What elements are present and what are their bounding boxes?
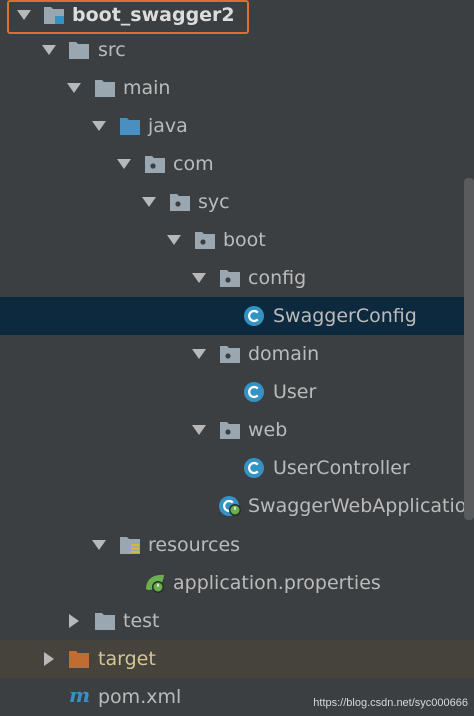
expand-arrow-icon[interactable] [116,156,132,172]
tree-label: application.properties [173,572,381,594]
tree-row-boot[interactable]: boot [0,221,474,259]
tree-label: SwaggerWebApplication [248,495,474,517]
expand-arrow-icon[interactable] [91,537,107,553]
tree-row-test[interactable]: test [0,602,474,640]
excluded-folder-icon [67,648,91,670]
tree-row-resources[interactable]: resources [0,526,474,564]
tree-row-syc[interactable]: syc [0,183,474,221]
package-icon [218,343,242,365]
folder-icon [93,610,117,632]
class-icon [243,381,267,403]
class-icon [243,457,267,479]
tree-label: test [123,610,160,632]
folder-icon [93,77,117,99]
expand-arrow-icon[interactable] [41,42,57,58]
tree-label: boot [223,229,266,251]
tree-label: com [173,153,214,175]
tree-row-src[interactable]: src [0,31,474,69]
tree-label: src [98,39,126,61]
tree-row-swaggerwebapplication[interactable]: SwaggerWebApplication [0,487,474,525]
expand-arrow-icon[interactable] [191,422,207,438]
tree-label: domain [248,343,320,365]
maven-icon: m [67,684,91,706]
expand-arrow-icon[interactable] [191,270,207,286]
expand-arrow-icon[interactable] [191,346,207,362]
tree-row-domain[interactable]: domain [0,335,474,373]
tree-label: SwaggerConfig [273,305,417,327]
tree-row-main[interactable]: main [0,69,474,107]
tree-label: UserController [273,457,410,479]
package-icon [143,153,167,175]
package-icon [168,191,192,213]
tree-row-target[interactable]: target [0,640,474,678]
tree-label: pom.xml [98,686,182,708]
collapse-arrow-icon[interactable] [41,651,57,667]
tree-label: java [148,115,188,137]
svg-text:m: m [69,684,90,706]
watermark: https://blog.csdn.net/syc000666 [313,697,468,709]
tree-label: main [123,77,171,99]
folder-icon [67,39,91,61]
tree-row-config[interactable]: config [0,259,474,297]
spring-leaf-icon [143,572,167,594]
expand-arrow-icon[interactable] [166,232,182,248]
tree-row-swaggerconfig[interactable]: SwaggerConfig [0,297,474,335]
tree-label: config [248,267,307,289]
tree-label: target [98,648,156,670]
tree-row-web[interactable]: web [0,411,474,449]
expand-arrow-icon[interactable] [141,194,157,210]
tree-row-usercontroller[interactable]: UserController [0,449,474,487]
annotation-highlight-box [7,0,249,34]
package-icon [218,419,242,441]
source-folder-icon [118,115,142,137]
spring-boot-class-icon [218,495,242,517]
tree-row-application-properties[interactable]: application.properties [0,564,474,602]
tree-label: web [248,419,288,441]
tree-label: syc [198,191,230,213]
resources-folder-icon [118,534,142,556]
package-icon [193,229,217,251]
expand-arrow-icon[interactable] [91,118,107,134]
vertical-scrollbar[interactable] [464,178,474,520]
package-icon [218,267,242,289]
tree-label: resources [148,534,241,556]
tree-row-java[interactable]: java [0,107,474,145]
tree-label: User [273,381,317,403]
tree-row-com[interactable]: com [0,145,474,183]
tree-row-user[interactable]: User [0,373,474,411]
class-icon [243,305,267,327]
collapse-arrow-icon[interactable] [66,613,82,629]
expand-arrow-icon[interactable] [66,80,82,96]
